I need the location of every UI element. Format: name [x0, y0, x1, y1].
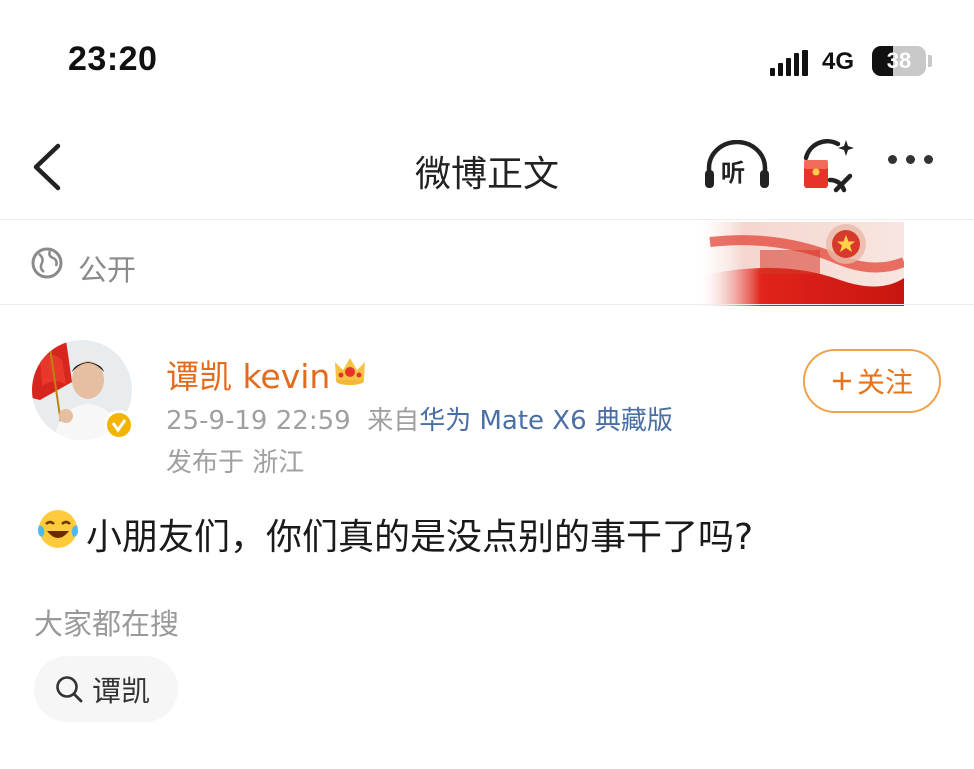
more-dot: [924, 155, 933, 164]
more-dot: [888, 155, 897, 164]
battery-icon: 38: [872, 46, 926, 76]
trending-search-heading: 大家都在搜: [34, 607, 180, 641]
listen-button[interactable]: 听: [702, 140, 772, 192]
verified-badge-icon: [104, 410, 134, 440]
red-packet-sparkle-icon: [803, 139, 854, 193]
visibility-label: 公开: [78, 253, 137, 287]
follow-button[interactable]: 关注: [803, 349, 941, 413]
crying-laughing-emoji-icon: [36, 507, 80, 551]
battery-tip: [928, 55, 932, 67]
signal-bars-icon: [770, 50, 808, 76]
globe-icon: [30, 246, 64, 280]
listen-label: 听: [721, 159, 745, 187]
follow-label: 关注: [856, 366, 913, 399]
search-icon: [56, 676, 83, 703]
status-time: 23:20: [68, 40, 158, 78]
post-location: 发布于 浙江: [166, 448, 305, 478]
source-prefix: 来自: [367, 406, 420, 436]
search-chip-label: 谭凯: [92, 674, 151, 708]
post-meta: 25-9-19 22:59 来自华为 Mate X6 典藏版: [166, 400, 673, 437]
network-type: 4G: [822, 48, 855, 75]
search-chip[interactable]: 谭凯: [34, 656, 178, 722]
post-date: 25-9-19 22:59: [166, 406, 351, 436]
divider: [0, 304, 974, 305]
crown-icon: [332, 354, 368, 386]
source-device[interactable]: 华为 Mate X6 典藏版: [419, 406, 673, 436]
battery-level: 38: [886, 48, 912, 73]
author-name[interactable]: 谭凯 kevin: [166, 350, 330, 398]
decorative-banner: [690, 222, 906, 306]
post-text: 小朋友们，你们真的是没点别的事干了吗?: [86, 517, 754, 558]
more-dot: [906, 155, 915, 164]
more-button[interactable]: [888, 155, 933, 164]
red-packet-button[interactable]: [800, 136, 856, 196]
plus-icon: [832, 372, 851, 390]
divider: [0, 219, 974, 220]
